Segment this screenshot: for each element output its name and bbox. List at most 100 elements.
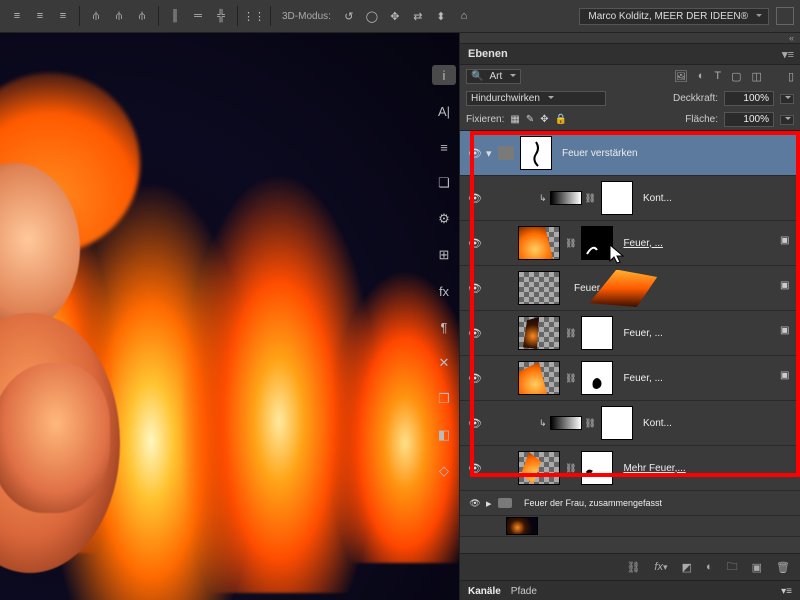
color-panel-icon[interactable]: ⚙︎: [432, 209, 456, 229]
layer-mask-thumb[interactable]: [581, 226, 613, 260]
navigator-panel-icon[interactable]: ◧: [432, 425, 456, 445]
add-mask-icon[interactable]: ◩: [682, 561, 692, 574]
filter-type-icon[interactable]: T: [714, 70, 721, 83]
lock-transparent-icon[interactable]: ▦: [510, 114, 519, 125]
new-adjustment-icon[interactable]: ◐: [706, 561, 713, 573]
more-icon[interactable]: ⋮⋮: [243, 5, 265, 27]
swatches-panel-icon[interactable]: ❏: [432, 173, 456, 193]
layer-fx-icon[interactable]: ▣: [780, 370, 794, 384]
fx-panel-icon[interactable]: fx: [432, 281, 456, 301]
disclosure-triangle-icon[interactable]: ▸: [486, 497, 496, 510]
layer-name[interactable]: Feuer, ...: [623, 238, 800, 249]
3d-slide-icon[interactable]: ⇄: [407, 5, 429, 27]
lock-position-icon[interactable]: ✥: [540, 114, 548, 125]
visibility-toggle-icon[interactable]: 👁: [464, 462, 486, 475]
layer-mask-thumb[interactable]: [601, 406, 633, 440]
filter-smart-icon[interactable]: ◫: [752, 70, 762, 83]
layer-name[interactable]: Feuer, ...: [623, 373, 800, 384]
visibility-toggle-icon[interactable]: 👁: [464, 498, 486, 509]
visibility-toggle-icon[interactable]: 👁: [464, 147, 486, 160]
3d-camera-icon[interactable]: ⌂: [453, 5, 475, 27]
layer-mask-thumb[interactable]: [581, 451, 613, 485]
distribute-3-icon[interactable]: ⫛: [131, 5, 153, 27]
link-icon[interactable]: ⛓: [565, 328, 576, 339]
brush-panel-icon[interactable]: ✕: [432, 353, 456, 373]
align-right-icon[interactable]: ≡: [52, 5, 74, 27]
layer-fx-icon[interactable]: ▣: [780, 325, 794, 339]
opacity-input[interactable]: 100%: [724, 91, 774, 106]
link-layers-icon[interactable]: ⛓: [626, 561, 640, 574]
link-icon[interactable]: ⛓: [565, 238, 576, 249]
new-group-icon[interactable]: 🗀: [727, 558, 738, 577]
layer-row[interactable]: 👁 ⛓ Mehr Feuer,...: [460, 446, 800, 491]
info-panel-icon[interactable]: i: [432, 65, 456, 85]
layer-mask-thumb[interactable]: [581, 316, 613, 350]
layer-thumb[interactable]: [506, 517, 538, 535]
link-icon[interactable]: ⛓: [565, 373, 576, 384]
clone-panel-icon[interactable]: ❐: [432, 389, 456, 409]
layer-thumb[interactable]: [518, 361, 560, 395]
link-icon[interactable]: ⛓: [585, 193, 596, 204]
layer-mask-thumb[interactable]: [581, 361, 613, 395]
character-panel-icon[interactable]: A|: [432, 101, 456, 121]
layer-mask-thumb[interactable]: [520, 136, 552, 170]
para-styles-icon[interactable]: ¶: [432, 317, 456, 337]
filter-toggle-icon[interactable]: ▯: [788, 70, 794, 83]
visibility-toggle-icon[interactable]: 👁: [464, 417, 486, 430]
layer-row[interactable]: 👁 ⛓ Feuer, ... ▣: [460, 221, 800, 266]
histogram-panel-icon[interactable]: ◇: [432, 461, 456, 481]
layer-thumb[interactable]: [518, 226, 560, 260]
adjustment-thumb[interactable]: [550, 416, 582, 430]
paths-tab[interactable]: Pfade: [511, 586, 537, 597]
workspace-extra-button[interactable]: [776, 7, 794, 25]
layer-thumb[interactable]: [518, 451, 560, 485]
layer-name[interactable]: Mehr Feuer,...: [623, 463, 800, 474]
blend-mode-select[interactable]: Hindurchwirken: [466, 91, 606, 106]
fill-flyout-icon[interactable]: [780, 115, 794, 125]
layer-row-group[interactable]: 👁 ▾ Feuer verstärken: [460, 131, 800, 176]
layer-row[interactable]: [460, 516, 800, 537]
3d-pan-icon[interactable]: ✥: [384, 5, 406, 27]
layer-mask-thumb[interactable]: [601, 181, 633, 215]
panel-menu-icon[interactable]: ▾≡: [782, 48, 794, 61]
link-icon[interactable]: ⛓: [565, 463, 576, 474]
layer-style-icon[interactable]: fx▾: [654, 561, 667, 573]
filter-shape-icon[interactable]: ▢: [731, 70, 741, 83]
link-icon[interactable]: ⛓: [585, 418, 596, 429]
layer-row[interactable]: 👁 ⛓ Feuer, ... ▣: [460, 356, 800, 401]
distribute-1-icon[interactable]: ⫛: [85, 5, 107, 27]
layer-thumb[interactable]: [518, 316, 560, 350]
layer-row[interactable]: 👁 ↳ ⛓ Kont...: [460, 401, 800, 446]
filter-adjust-icon[interactable]: ◐: [698, 70, 705, 83]
layer-row[interactable]: 👁 Feuer, Arm ▣: [460, 266, 800, 311]
spacing-h-icon[interactable]: ║: [164, 5, 186, 27]
3d-roll-icon[interactable]: ◯: [361, 5, 383, 27]
layers-panel-tab[interactable]: Ebenen ▾≡: [460, 43, 800, 65]
opacity-flyout-icon[interactable]: [780, 94, 794, 104]
styles-panel-icon[interactable]: ⊞: [432, 245, 456, 265]
collapse-chevron-icon[interactable]: «: [789, 33, 794, 43]
delete-layer-icon[interactable]: 🗑: [776, 561, 790, 574]
paragraph-panel-icon[interactable]: ≡: [432, 137, 456, 157]
layer-fx-icon[interactable]: ▣: [780, 280, 794, 294]
visibility-toggle-icon[interactable]: 👁: [464, 327, 486, 340]
lock-pixels-icon[interactable]: ✎: [526, 114, 534, 125]
canvas-area[interactable]: [0, 33, 459, 600]
layer-thumb[interactable]: [518, 271, 560, 305]
layer-name[interactable]: Feuer der Frau, zusammengefasst: [524, 498, 800, 508]
filter-image-icon[interactable]: 🖼: [674, 70, 688, 83]
visibility-toggle-icon[interactable]: 👁: [464, 372, 486, 385]
layer-name[interactable]: Kont...: [643, 418, 800, 429]
3d-orbit-icon[interactable]: ↺: [338, 5, 360, 27]
channels-tab[interactable]: Kanäle: [468, 586, 501, 597]
spacing-c-icon[interactable]: ╬: [210, 5, 232, 27]
visibility-toggle-icon[interactable]: 👁: [464, 282, 486, 295]
3d-scale-icon[interactable]: ⬍: [430, 5, 452, 27]
layer-name[interactable]: Kont...: [643, 193, 800, 204]
align-left-icon[interactable]: ≡: [6, 5, 28, 27]
layer-row[interactable]: 👁 ⛓ Feuer, ... ▣: [460, 311, 800, 356]
visibility-toggle-icon[interactable]: 👁: [464, 237, 486, 250]
layer-fx-icon[interactable]: ▣: [780, 235, 794, 249]
distribute-2-icon[interactable]: ⫛: [108, 5, 130, 27]
align-center-icon[interactable]: ≡: [29, 5, 51, 27]
